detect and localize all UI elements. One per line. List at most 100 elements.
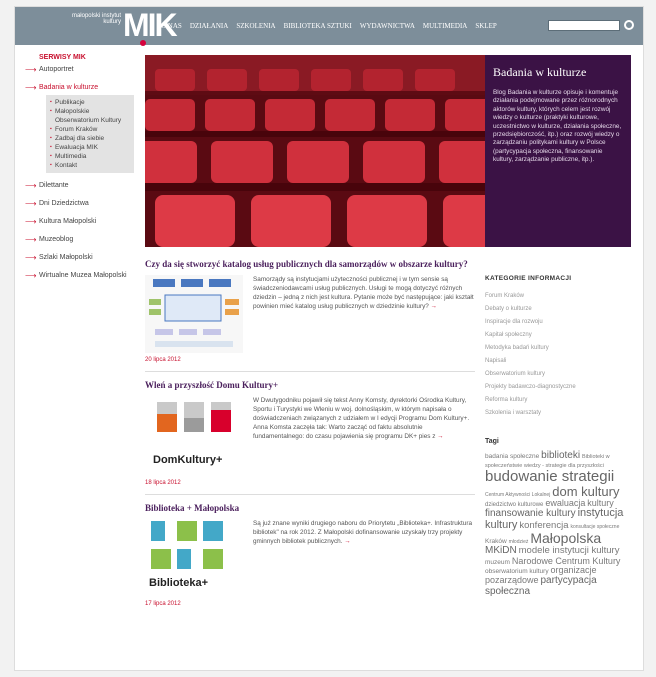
submenu-item[interactable]: Publikacje [50, 98, 130, 107]
search-icon[interactable] [624, 20, 634, 30]
tag-link[interactable]: konsultacje społeczne [570, 524, 619, 530]
sidebar-item-dilettante[interactable]: ⟶ Dilettante [25, 181, 137, 190]
category-link[interactable]: Napisali [485, 355, 633, 368]
sidebar-item-label: Wirtualne Muzea Małopolski [39, 272, 127, 279]
sidebar-item-szlaki[interactable]: ⟶ Szlaki Małopolski [25, 253, 137, 262]
article-excerpt: Są już znane wyniki drugiego naboru do P… [253, 519, 475, 597]
tags-title: Tagi [485, 438, 499, 445]
article-title[interactable]: Biblioteka + Małopolska [145, 503, 475, 514]
sidebar: SERWISY MIK ⟶ Autoportret ⟶ Badania w kult… [25, 54, 137, 289]
tag-link[interactable]: biblioteki [541, 450, 580, 461]
article-excerpt-text: Samorządy są instytucjami użyteczności p… [253, 276, 474, 310]
sidebar-item-autoportret[interactable]: ⟶ Autoportret [25, 65, 137, 74]
nav-szkolenia[interactable]: SZKOLENIA [236, 22, 275, 30]
category-link[interactable]: Metodyka badań kultury [485, 342, 633, 355]
tag-cloud: badania społeczne biblioteki Biblioteki … [485, 450, 633, 597]
submenu-item[interactable]: Kontakt [50, 161, 130, 170]
sidebar-item-label: Dilettante [39, 182, 69, 189]
sidebar-submenu: Publikacje Małopolskie Obserwatorium Kul… [46, 95, 134, 173]
logo-subtitle: małopolski instytut kultury [71, 13, 121, 25]
sidebar-item-badania[interactable]: ⟶ Badania w kulturze [25, 83, 137, 92]
theater-seats-image [145, 55, 485, 247]
categories-title: KATEGORIE INFORMACJI [485, 275, 572, 282]
article-title[interactable]: Wleń a przyszłość Domu Kultury+ [145, 380, 475, 391]
sidebar-item-label: Badania w kulturze [39, 84, 99, 91]
read-more-arrow-icon[interactable]: → [344, 538, 350, 545]
tag-link[interactable]: Narodowe Centrum Kultury [512, 556, 621, 566]
sidebar-item-muzeoblog[interactable]: ⟶ Muzeoblog [25, 235, 137, 244]
tag-link[interactable]: konferencja [519, 520, 568, 531]
domkultury-logo-text: DomKultury+ [153, 454, 223, 466]
biblioteka-logo-text: Biblioteka+ [149, 577, 208, 589]
main-nav: O NAS DZIAŁANIA SZKOLENIA BIBLIOTEKA SZT… [161, 22, 497, 30]
sidebar-item-label: Autoportret [39, 66, 74, 73]
article-excerpt: W Dwutygodniku pojawił się tekst Anny Ko… [253, 396, 475, 476]
hero-description: Blog Badania w kulturze opisuje i koment… [493, 89, 622, 164]
sidebar-item-wirtualne-muzea[interactable]: ⟶ Wirtualne Muzea Małopolski [25, 271, 137, 280]
article-list: Czy da się stworzyć katalog usług public… [145, 259, 475, 615]
page: małopolski instytut kultury MIK O NAS DZ… [14, 6, 644, 671]
article-item: Wleń a przyszłość Domu Kultury+ DomKultu… [145, 380, 475, 495]
article-date: 17 lipca 2012 [145, 601, 181, 607]
submenu-item[interactable]: Zadbaj dla siebie [50, 134, 130, 143]
arrow-right-icon: ⟶ [25, 181, 37, 190]
logo-dot-icon [140, 40, 146, 46]
sidebar-item-label: Kultura Małopolski [39, 218, 97, 225]
arrow-right-icon: ⟶ [25, 235, 37, 244]
arrow-right-icon: ⟶ [25, 217, 37, 226]
tag-link[interactable]: muzeum [485, 559, 510, 566]
sidebar-item-label: Szlaki Małopolski [39, 254, 93, 261]
article-excerpt: Samorządy są instytucjami użyteczności p… [253, 275, 475, 353]
sidebar-item-label: Muzeoblog [39, 236, 74, 243]
arrow-right-icon: ⟶ [25, 83, 37, 92]
category-link[interactable]: Debaty o kulturze [485, 303, 633, 316]
nav-wydawnictwa[interactable]: WYDAWNICTWA [360, 22, 415, 30]
nav-dzialania[interactable]: DZIAŁANIA [190, 22, 229, 30]
nav-biblioteka-sztuki[interactable]: BIBLIOTEKA SZTUKI [284, 22, 352, 30]
category-link[interactable]: Projekty badawczo-diagnostyczne [485, 381, 633, 394]
article-item: Biblioteka + Małopolska Biblioteka+ Są j… [145, 503, 475, 607]
article-date: 20 lipca 2012 [145, 357, 181, 363]
category-link[interactable]: Kapitał społeczny [485, 329, 633, 342]
article-title[interactable]: Czy da się stworzyć katalog usług public… [145, 259, 475, 270]
submenu-item[interactable]: Multimedia [50, 152, 130, 161]
sidebar-item-label: Dni Dziedzictwa [39, 200, 89, 207]
nav-sklep[interactable]: SKLEP [475, 22, 496, 30]
article-date: 18 lipca 2012 [145, 480, 181, 486]
sidebar-item-dni-dziedzictwa[interactable]: ⟶ Dni Dziedzictwa [25, 199, 137, 208]
domkultury-logo[interactable]: DomKultury+ [145, 396, 243, 476]
tag-link[interactable]: badania społeczne [485, 453, 539, 460]
tag-link[interactable]: Małopolska [530, 530, 601, 546]
article-thumbnail[interactable] [145, 275, 243, 353]
arrow-right-icon: ⟶ [25, 271, 37, 280]
arrow-right-icon: ⟶ [25, 199, 37, 208]
submenu-item[interactable]: Forum Kraków [50, 125, 130, 134]
hero-panel: Badania w kulturze Blog Badania w kultur… [485, 55, 631, 247]
tag-link[interactable]: budowanie strategii [485, 468, 614, 485]
tag-link[interactable]: modele instytucji kultury [519, 545, 620, 556]
category-link[interactable]: Inspiracje dla rozwoju [485, 316, 633, 329]
article-excerpt-text: Są już znane wyniki drugiego naboru do P… [253, 520, 472, 545]
read-more-arrow-icon[interactable]: → [431, 303, 437, 310]
nav-o-nas[interactable]: O NAS [161, 22, 182, 30]
search-input[interactable] [548, 20, 620, 31]
biblioteka-logo[interactable]: Biblioteka+ [145, 519, 243, 597]
read-more-arrow-icon[interactable]: → [437, 433, 443, 440]
submenu-item[interactable]: Małopolskie Obserwatorium Kultury [50, 107, 130, 125]
tag-link[interactable]: dziedzictwo kulturowe [485, 502, 543, 508]
category-link[interactable]: Szkolenia i warsztaty [485, 407, 633, 420]
header: małopolski instytut kultury MIK O NAS DZ… [15, 7, 643, 46]
right-column: KATEGORIE INFORMACJI Forum Kraków Debaty… [485, 275, 633, 597]
article-item: Czy da się stworzyć katalog usług public… [145, 259, 475, 372]
arrow-right-icon: ⟶ [25, 253, 37, 262]
sidebar-item-kultura-malopolski[interactable]: ⟶ Kultura Małopolski [25, 217, 137, 226]
category-link[interactable]: Obserwatorium kultury [485, 368, 633, 381]
hero-banner: Badania w kulturze Blog Badania w kultur… [145, 55, 631, 247]
nav-multimedia[interactable]: MULTIMEDIA [423, 22, 467, 30]
tag-link[interactable]: finansowanie kultury [485, 508, 576, 519]
submenu-item[interactable]: Ewaluacja MIK [50, 143, 130, 152]
category-link[interactable]: Reforma kultury [485, 394, 633, 407]
category-link[interactable]: Forum Kraków [485, 290, 633, 303]
tag-link[interactable]: MKiDN [485, 545, 517, 556]
tag-link[interactable]: Centrum Aktywności Lokalnej [485, 492, 550, 498]
